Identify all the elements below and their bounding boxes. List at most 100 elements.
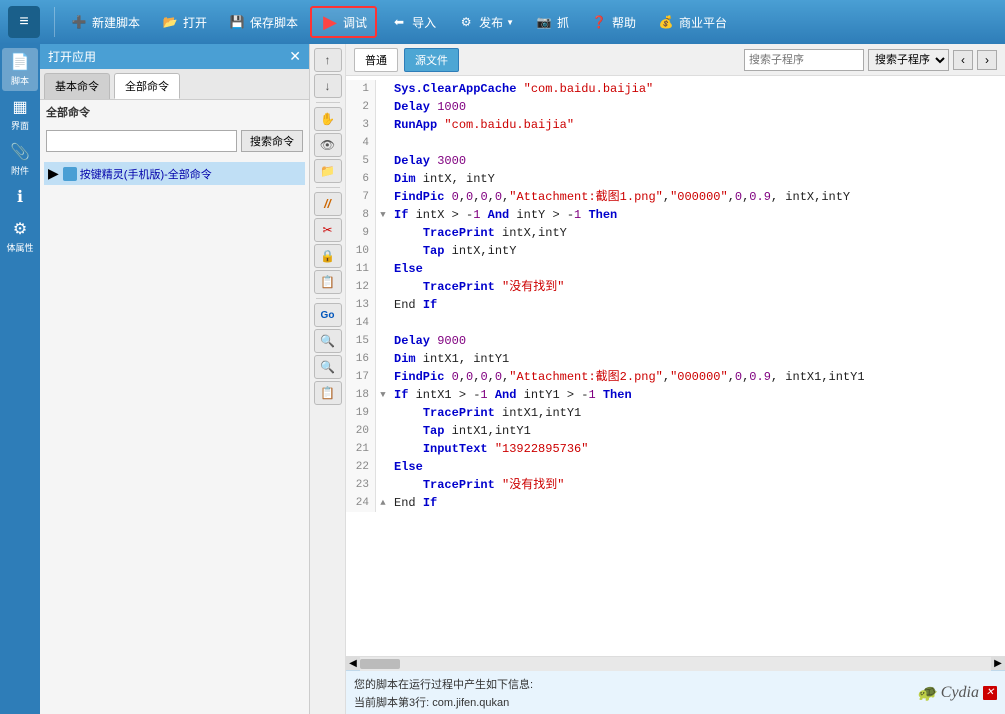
h-scrollbar[interactable]: ◀ ▶ [346, 656, 1005, 670]
cydia-close-button[interactable]: ✕ [983, 686, 997, 700]
mid-btn-down[interactable]: ↓ [314, 74, 342, 98]
line-content-13: End If [390, 296, 1005, 314]
line-marker-17[interactable] [376, 368, 390, 386]
line-marker-6[interactable] [376, 170, 390, 188]
line-marker-24[interactable]: ▲ [376, 494, 390, 512]
debug-button[interactable]: ▶ 调试 [310, 6, 377, 38]
new-icon: ➕ [69, 12, 89, 32]
attachment-icon: 📎 [10, 142, 30, 162]
line-content-2: Delay 1000 [390, 98, 1005, 116]
search-input[interactable] [46, 130, 237, 152]
line-marker-2[interactable] [376, 98, 390, 116]
app-logo: ≡ [8, 6, 40, 38]
publish-button[interactable]: ⚙ 发布 ▼ [448, 8, 522, 36]
tree-expand-icon: ▶ [48, 165, 59, 182]
tab-source-button[interactable]: 源文件 [404, 48, 459, 72]
code-line-23: 23 TracePrint "没有找到" [346, 476, 1005, 494]
interface-icon: ▦ [12, 97, 27, 117]
scroll-left-btn[interactable]: ◀ [346, 657, 360, 671]
import-icon: ⬅ [389, 12, 409, 32]
code-line-3: 3 RunApp "com.baidu.baijia" [346, 116, 1005, 134]
line-content-9: TracePrint intX,intY [390, 224, 1005, 242]
line-content-17: FindPic 0,0,0,0,"Attachment:截图2.png","00… [390, 368, 1005, 386]
line-marker-16[interactable] [376, 350, 390, 368]
line-marker-5[interactable] [376, 152, 390, 170]
line-marker-15[interactable] [376, 332, 390, 350]
line-marker-21[interactable] [376, 440, 390, 458]
line-marker-22[interactable] [376, 458, 390, 476]
mid-btn-folder[interactable]: 📁 [314, 159, 342, 183]
mid-btn-paste[interactable]: 📋 [314, 270, 342, 294]
tab-basic-command[interactable]: 基本命令 [44, 73, 110, 99]
platform-button[interactable]: 💰 商业平台 [648, 8, 735, 36]
line-marker-3[interactable] [376, 116, 390, 134]
mid-btn-hand[interactable]: ✋ [314, 107, 342, 131]
scroll-track[interactable] [360, 657, 991, 671]
subroutine-select[interactable]: 搜索子程序 [868, 49, 949, 71]
mid-btn-go[interactable]: Go [314, 303, 342, 327]
line-number-22: 22 [346, 458, 376, 476]
new-script-button[interactable]: ➕ 新建脚本 [61, 8, 148, 36]
sidebar-item-script[interactable]: 📄 脚本 [2, 48, 38, 91]
debug-label: 调试 [343, 14, 367, 31]
capture-button[interactable]: 📷 抓 [526, 8, 577, 36]
line-marker-18[interactable]: ▼ [376, 386, 390, 404]
mid-btn-search1[interactable]: 🔍 [314, 329, 342, 353]
nav-next-button[interactable]: › [977, 50, 997, 70]
line-content-3: RunApp "com.baidu.baijia" [390, 116, 1005, 134]
help-button[interactable]: ❓ 帮助 [581, 8, 644, 36]
sidebar-item-attachment[interactable]: 📎 附件 [2, 138, 38, 181]
mid-btn-comment[interactable]: // [314, 192, 342, 216]
category-header: 全部命令 [40, 100, 309, 124]
open-button[interactable]: 📂 打开 [152, 8, 215, 36]
open-icon: 📂 [160, 12, 180, 32]
line-number-17: 17 [346, 368, 376, 386]
code-line-11: 11Else [346, 260, 1005, 278]
tree-item-main[interactable]: ▶ 按键精灵(手机版)-全部命令 [44, 162, 305, 185]
line-marker-10[interactable] [376, 242, 390, 260]
mid-btn-eye[interactable]: 👁 [314, 133, 342, 157]
line-marker-13[interactable] [376, 296, 390, 314]
mid-btn-up[interactable]: ↑ [314, 48, 342, 72]
line-number-24: 24 [346, 494, 376, 512]
sidebar-item-info[interactable]: ℹ [2, 183, 38, 213]
line-number-3: 3 [346, 116, 376, 134]
line-marker-11[interactable] [376, 260, 390, 278]
code-editor[interactable]: 1Sys.ClearAppCache "com.baidu.baijia"2De… [346, 76, 1005, 656]
mid-btn-search2[interactable]: 🔍 [314, 355, 342, 379]
scroll-right-btn[interactable]: ▶ [991, 657, 1005, 671]
line-marker-19[interactable] [376, 404, 390, 422]
tab-all-command[interactable]: 全部命令 [114, 73, 180, 99]
line-content-21: InputText "13922895736" [390, 440, 1005, 458]
subroutine-search-input[interactable] [744, 49, 864, 71]
mid-btn-lock[interactable]: 🔒 [314, 244, 342, 268]
line-marker-7[interactable] [376, 188, 390, 206]
panel-close-button[interactable]: ✕ [289, 48, 301, 65]
line-content-18: If intX1 > -1 And intY1 > -1 Then [390, 386, 1005, 404]
line-marker-1[interactable] [376, 80, 390, 98]
mid-btn-cut[interactable]: ✂ [314, 218, 342, 242]
code-line-4: 4 [346, 134, 1005, 152]
mid-btn-copy[interactable]: 📋 [314, 381, 342, 405]
line-content-6: Dim intX, intY [390, 170, 1005, 188]
line-marker-8[interactable]: ▼ [376, 206, 390, 224]
cydia-label: Cydia [941, 684, 979, 702]
search-button[interactable]: 搜索命令 [241, 130, 303, 152]
line-marker-4[interactable] [376, 134, 390, 152]
line-marker-20[interactable] [376, 422, 390, 440]
save-button[interactable]: 💾 保存脚本 [219, 8, 306, 36]
line-marker-23[interactable] [376, 476, 390, 494]
sidebar-icons: 📄 脚本 ▦ 界面 📎 附件 ℹ ⚙ 体属性 [0, 44, 40, 714]
sidebar-item-properties[interactable]: ⚙ 体属性 [2, 215, 38, 258]
code-line-9: 9 TracePrint intX,intY [346, 224, 1005, 242]
import-button[interactable]: ⬅ 导入 [381, 8, 444, 36]
line-marker-9[interactable] [376, 224, 390, 242]
tab-basic-label: 基本命令 [55, 81, 99, 93]
code-line-16: 16Dim intX1, intY1 [346, 350, 1005, 368]
line-marker-12[interactable] [376, 278, 390, 296]
tab-normal-button[interactable]: 普通 [354, 48, 398, 72]
nav-prev-button[interactable]: ‹ [953, 50, 973, 70]
scroll-thumb[interactable] [360, 659, 400, 669]
sidebar-item-interface[interactable]: ▦ 界面 [2, 93, 38, 136]
line-marker-14[interactable] [376, 314, 390, 332]
